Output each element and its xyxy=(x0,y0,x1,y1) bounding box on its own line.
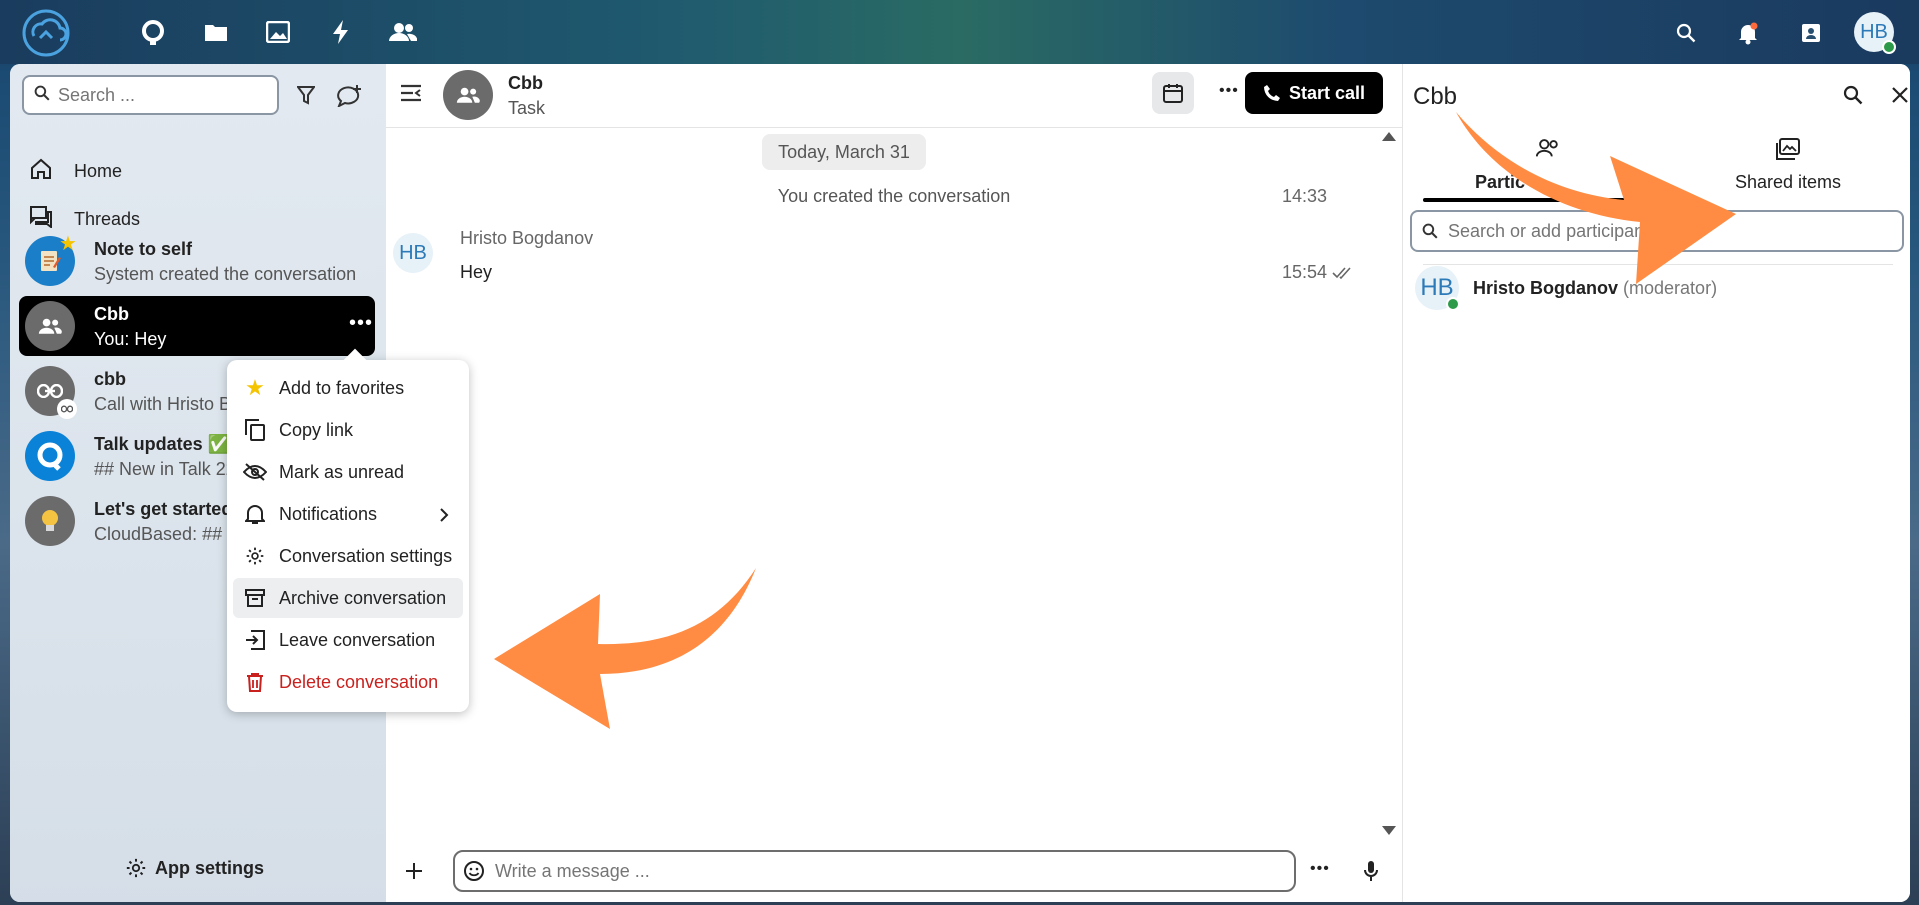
participants-icon xyxy=(1423,138,1673,158)
more-options-icon[interactable]: ••• xyxy=(349,313,373,333)
conversation-context-menu: ★ Add to favorites Copy link Mark as unr… xyxy=(227,348,469,712)
participant-search-input[interactable] xyxy=(1448,220,1888,242)
search-icon xyxy=(1422,223,1438,239)
composer-more-icon[interactable]: ••• xyxy=(1310,860,1330,878)
gear-icon xyxy=(243,544,267,568)
search-icon xyxy=(34,85,50,106)
chat-area: Cbb Task ••• Start call Today, March 31 … xyxy=(386,64,1402,902)
talk-avatar xyxy=(25,431,75,481)
message-avatar[interactable]: HB xyxy=(393,233,433,273)
message-author[interactable]: Hristo Bogdanov xyxy=(460,228,593,249)
top-bar: HB xyxy=(0,0,1919,64)
main-frame: Home Threads ★ Note to self System creat… xyxy=(10,64,1910,902)
scroll-up-arrow[interactable] xyxy=(1382,132,1396,141)
exit-icon xyxy=(243,628,267,652)
sidebar-item-home[interactable]: Home xyxy=(30,151,122,191)
start-call-button[interactable]: Start call xyxy=(1245,72,1383,114)
talk-app-icon[interactable] xyxy=(137,16,169,48)
calendar-button[interactable] xyxy=(1152,72,1194,114)
menu-add-to-favorites[interactable]: ★ Add to favorites xyxy=(233,368,463,408)
online-status-icon xyxy=(1882,40,1896,54)
message-composer[interactable] xyxy=(453,850,1296,892)
gear-icon xyxy=(125,857,147,879)
conversation-title: Cbb xyxy=(508,73,543,93)
header-divider xyxy=(386,127,1402,128)
emoji-icon[interactable] xyxy=(463,860,485,882)
menu-copy-link[interactable]: Copy link xyxy=(233,410,463,450)
favorite-star-icon: ★ xyxy=(59,233,77,255)
menu-conversation-settings[interactable]: Conversation settings xyxy=(233,536,463,576)
date-separator: Today, March 31 xyxy=(762,134,926,170)
menu-mark-as-unread[interactable]: Mark as unread xyxy=(233,452,463,492)
phone-icon xyxy=(1263,84,1281,102)
star-icon: ★ xyxy=(245,375,265,400)
chevron-right-icon xyxy=(440,506,449,527)
right-sidebar: Cbb Partic Shared items Search or add pa… xyxy=(1402,64,1910,902)
tab-participants[interactable]: Partic xyxy=(1423,64,1673,202)
conversation-search-input[interactable] xyxy=(58,84,258,106)
home-icon xyxy=(30,158,52,185)
files-app-icon[interactable] xyxy=(200,16,232,48)
trash-icon xyxy=(243,670,267,694)
conversation-search[interactable] xyxy=(22,75,279,115)
message-text: Hey xyxy=(460,262,493,282)
tab-divider xyxy=(1423,264,1893,265)
participant-avatar[interactable]: HB xyxy=(1415,266,1460,311)
calendar-icon xyxy=(1163,83,1183,103)
user-avatar[interactable]: HB xyxy=(1854,12,1896,54)
more-options-icon[interactable]: ••• xyxy=(1219,82,1239,100)
copy-icon xyxy=(243,418,267,442)
system-message: You created the conversation xyxy=(777,186,1011,206)
bell-icon xyxy=(243,502,267,526)
activity-app-icon[interactable] xyxy=(325,16,357,48)
search-icon[interactable] xyxy=(1671,18,1701,48)
cloud-logo-icon[interactable] xyxy=(20,6,72,58)
bulb-avatar xyxy=(25,496,75,546)
new-conversation-icon[interactable] xyxy=(335,80,365,110)
microphone-icon[interactable] xyxy=(1356,856,1386,886)
tab-shared-items[interactable]: Shared items xyxy=(1673,64,1903,202)
eye-off-icon xyxy=(243,460,267,484)
message-input[interactable] xyxy=(495,860,1275,882)
photos-app-icon[interactable] xyxy=(262,16,294,48)
message-time: 15:54 xyxy=(1282,262,1328,282)
contacts-app-icon[interactable] xyxy=(387,16,419,48)
active-tab-indicator xyxy=(1423,198,1673,202)
conversation-subtitle: Task xyxy=(508,98,546,118)
conversation-avatar[interactable] xyxy=(443,70,493,120)
archive-icon xyxy=(243,586,267,610)
participant-search[interactable] xyxy=(1410,210,1904,252)
shared-items-icon xyxy=(1673,138,1903,160)
group-avatar xyxy=(25,301,75,351)
add-attachment-icon[interactable] xyxy=(399,856,429,886)
online-status-icon xyxy=(1446,297,1460,311)
toggle-sidebar-icon[interactable] xyxy=(396,78,426,108)
system-message-time: 14:33 xyxy=(1282,186,1328,206)
link-badge-icon xyxy=(57,399,77,419)
contacts-menu-icon[interactable] xyxy=(1796,18,1826,48)
read-receipt-icon xyxy=(1332,264,1352,285)
notifications-bell-icon[interactable] xyxy=(1733,18,1763,48)
app-settings-button[interactable]: App settings xyxy=(125,857,264,879)
conversation-note-to-self[interactable]: ★ Note to self System created the conver… xyxy=(19,231,375,291)
conversation-cbb-active[interactable]: Cbb You: Hey ••• xyxy=(19,296,375,356)
participant-name[interactable]: Hristo Bogdanov (moderator) xyxy=(1473,278,1717,299)
menu-notifications[interactable]: Notifications xyxy=(233,494,463,534)
menu-archive-conversation[interactable]: Archive conversation xyxy=(233,578,463,618)
scroll-down-arrow[interactable] xyxy=(1382,826,1396,835)
menu-leave-conversation[interactable]: Leave conversation xyxy=(233,620,463,660)
threads-icon xyxy=(30,205,52,233)
filter-icon[interactable] xyxy=(291,80,321,110)
menu-delete-conversation[interactable]: Delete conversation xyxy=(233,662,463,702)
